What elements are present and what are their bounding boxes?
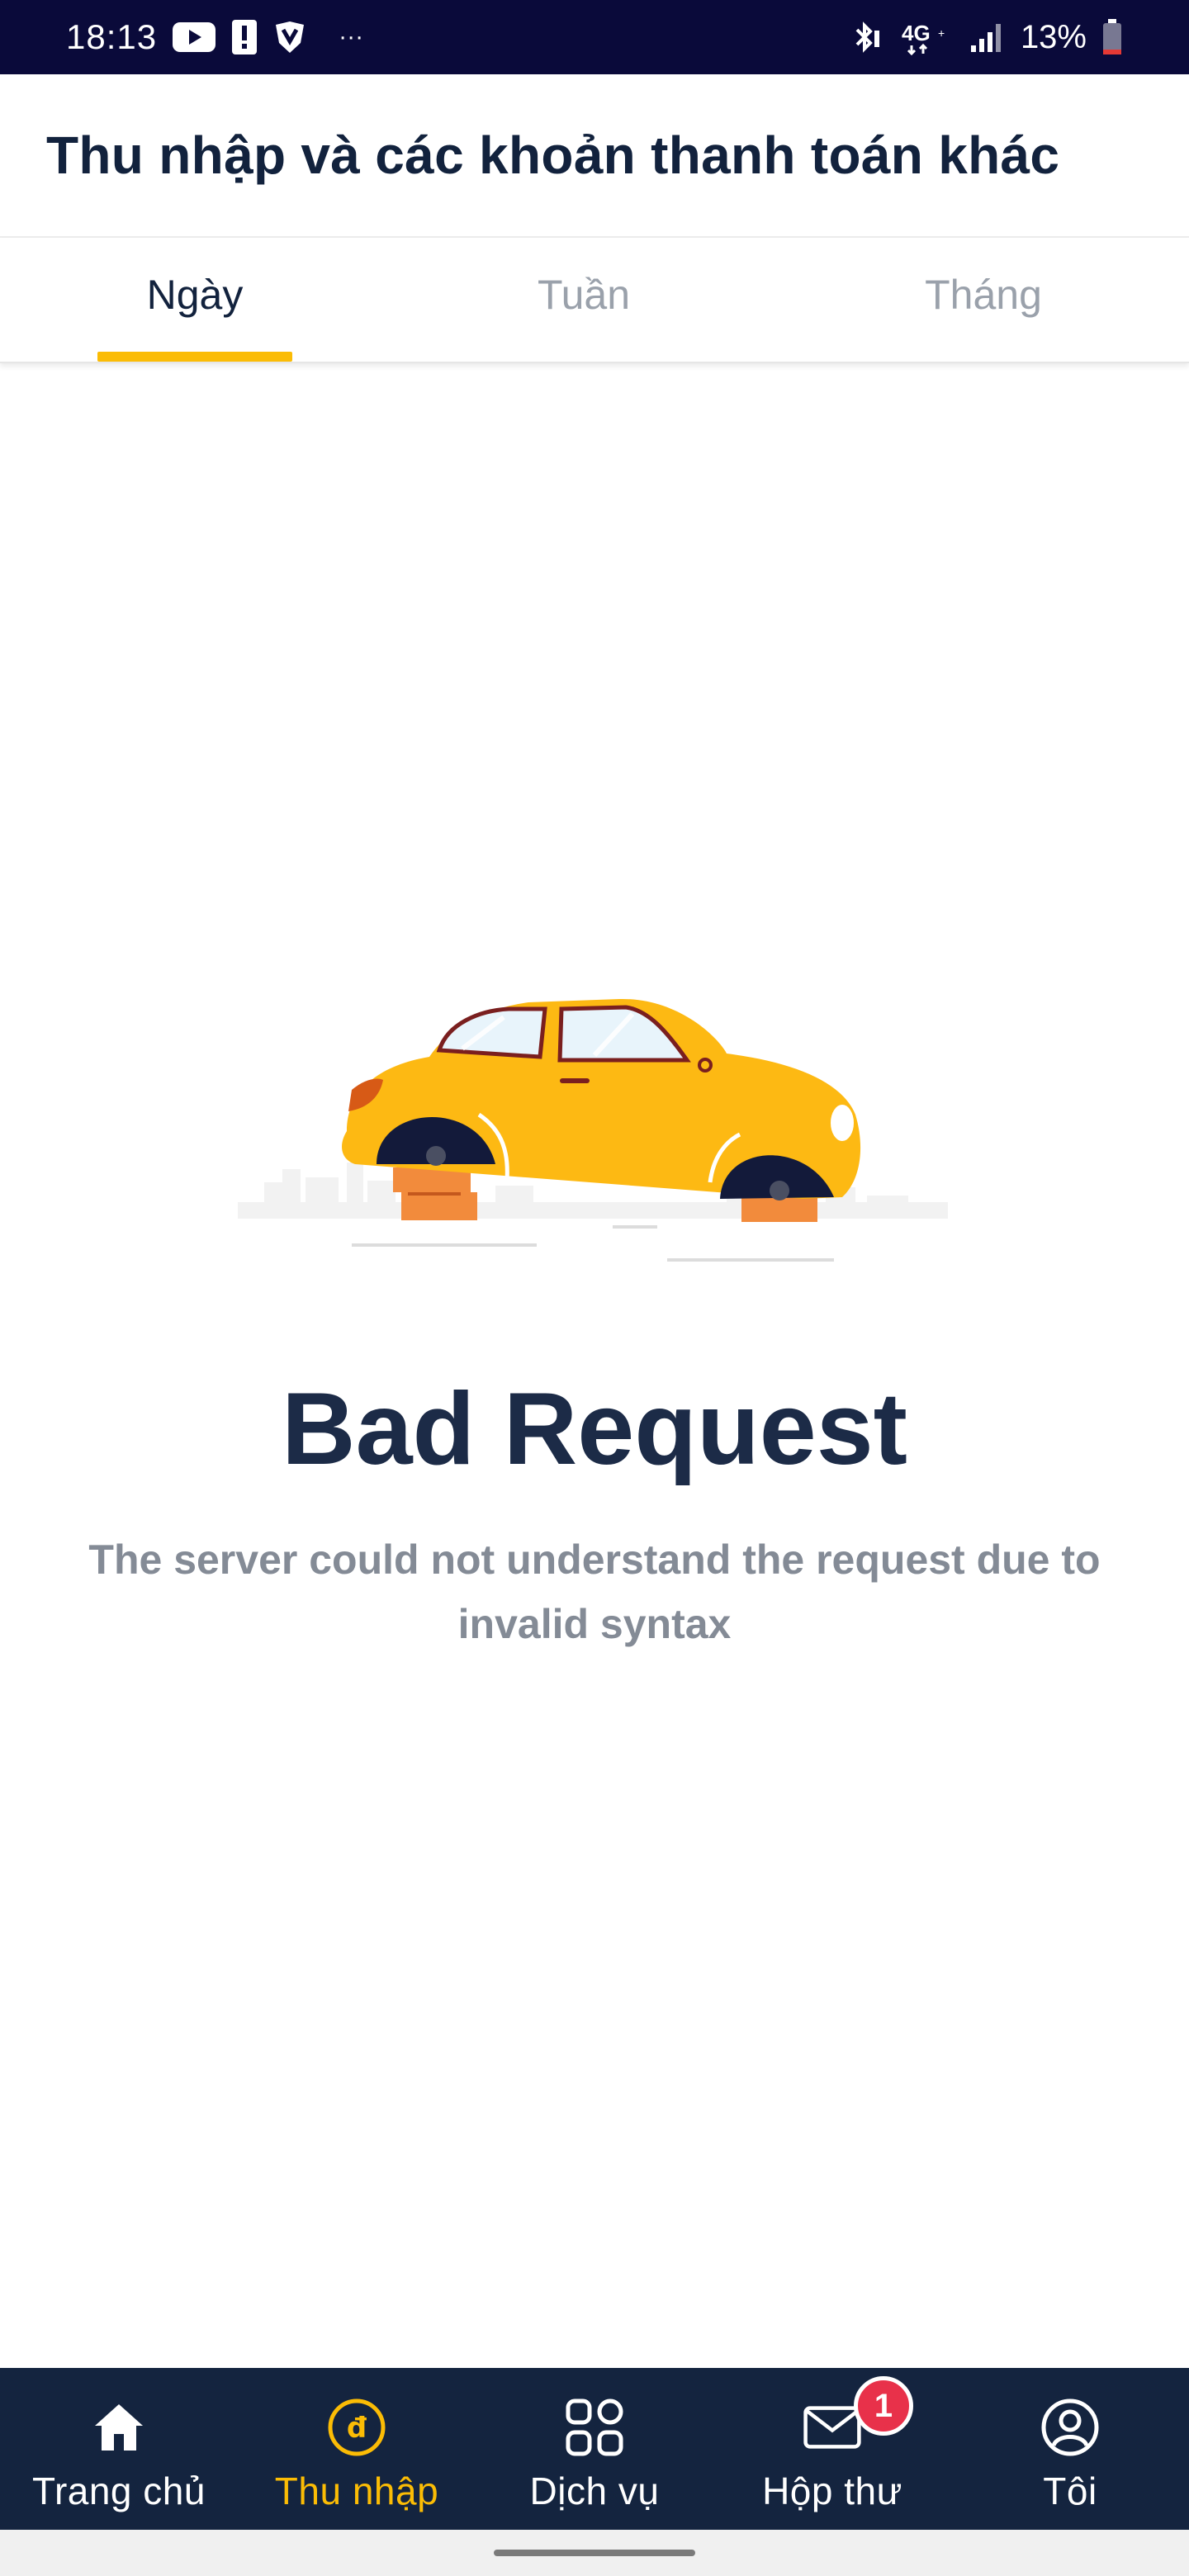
signal-icon xyxy=(969,21,1006,54)
nav-services[interactable]: Dịch vụ xyxy=(476,2368,713,2530)
nav-profile-label: Tôi xyxy=(1043,2469,1097,2512)
app-header: Thu nhập và các khoản thanh toán khác xyxy=(0,74,1189,238)
error-title: Bad Request xyxy=(282,1372,907,1486)
car-on-blocks-image xyxy=(238,998,948,1262)
bottom-navigation: Trang chủ đ Thu nhập Dịch vụ 1 Hộp thư T… xyxy=(0,2368,1189,2530)
nav-inbox-label: Hộp thư xyxy=(762,2469,902,2512)
battery-icon xyxy=(1101,18,1123,56)
dong-coin-icon: đ xyxy=(327,2398,386,2457)
status-bar: 18:13 ··· 4G + 13% xyxy=(0,0,1189,74)
nav-home-label: Trang chủ xyxy=(32,2469,206,2512)
broken-car-illustration xyxy=(231,958,958,1271)
battery-percentage: 13% xyxy=(1020,18,1087,55)
svg-text:+: + xyxy=(938,26,945,40)
period-tabs: Ngày Tuần Tháng xyxy=(0,238,1189,363)
tab-week-label: Tuần xyxy=(537,272,631,318)
status-left: 18:13 ··· xyxy=(66,17,363,57)
user-icon xyxy=(1040,2398,1100,2457)
tab-day[interactable]: Ngày xyxy=(0,238,390,362)
network-type-label: 4G xyxy=(902,21,931,45)
network-type-icon: 4G + xyxy=(900,19,955,55)
bluetooth-icon xyxy=(849,19,885,55)
gesture-area xyxy=(0,2530,1189,2576)
youtube-icon xyxy=(172,21,216,54)
nav-income-label: Thu nhập xyxy=(274,2469,439,2512)
tab-day-label: Ngày xyxy=(146,272,244,318)
home-icon xyxy=(89,2398,149,2457)
page-title: Thu nhập và các khoản thanh toán khác xyxy=(46,125,1060,185)
nav-inbox[interactable]: 1 Hộp thư xyxy=(713,2368,951,2530)
tab-month[interactable]: Tháng xyxy=(778,238,1189,362)
nav-profile[interactable]: Tôi xyxy=(951,2368,1189,2530)
home-gesture-bar[interactable] xyxy=(494,2550,695,2556)
error-message: The server could not understand the requ… xyxy=(88,1537,1101,1647)
tab-month-label: Tháng xyxy=(925,272,1042,318)
alert-icon xyxy=(231,19,258,55)
nav-services-label: Dịch vụ xyxy=(529,2469,660,2512)
active-tab-indicator xyxy=(97,352,292,362)
nav-income[interactable]: đ Thu nhập xyxy=(238,2368,476,2530)
status-time: 18:13 xyxy=(66,17,158,56)
grid-icon xyxy=(565,2398,624,2457)
nav-home[interactable]: Trang chủ xyxy=(0,2368,238,2530)
more-dots-icon: ··· xyxy=(339,23,364,50)
tab-week[interactable]: Tuần xyxy=(390,238,778,362)
inbox-unread-badge: 1 xyxy=(854,2376,913,2436)
status-right: 4G + 13% xyxy=(849,18,1123,56)
vpn-shield-icon xyxy=(272,20,307,54)
svg-text:đ: đ xyxy=(347,2412,367,2445)
mail-icon: 1 xyxy=(803,2376,913,2457)
